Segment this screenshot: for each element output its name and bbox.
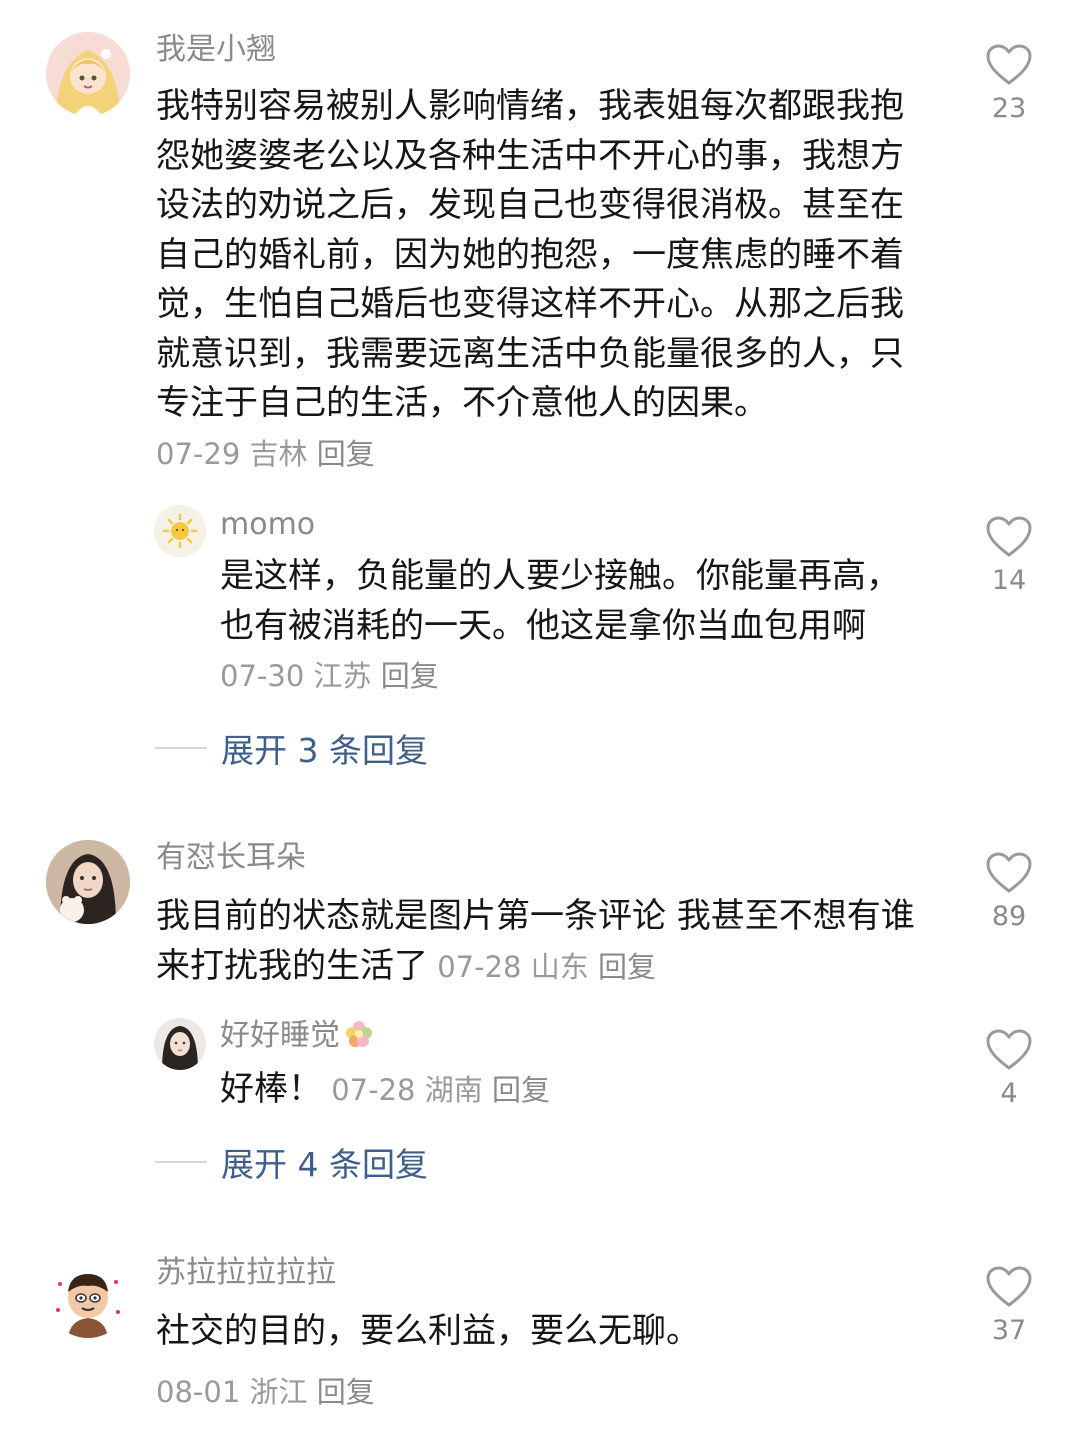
heart-icon xyxy=(986,1266,1032,1307)
like-button[interactable]: 14 xyxy=(974,516,1044,596)
comment-meta: 07-29 吉林 回复 xyxy=(156,437,375,471)
reply-date: 07-30 xyxy=(220,659,305,693)
comment-location: 山东 xyxy=(530,949,589,984)
like-button[interactable]: 23 xyxy=(974,44,1044,124)
reply-text: 是这样，负能量的人要少接触。你能量再高，也有被消耗的一天。他这是拿你当血包用啊 xyxy=(220,556,900,646)
comment-meta: 08-01 浙江 回复 xyxy=(156,1369,375,1411)
expand-replies-label[interactable]: 展开 3 条回复 xyxy=(221,724,428,772)
comment-location: 浙江 xyxy=(249,1375,308,1409)
heart-icon xyxy=(986,44,1032,85)
comment-text: 社交的目的，要么利益，要么无聊。 xyxy=(156,1311,700,1351)
expand-replies-button[interactable]: 展开 4 条回复 xyxy=(155,1142,428,1184)
photo-avatar-icon xyxy=(46,840,130,924)
comment-date: 07-28 xyxy=(437,949,522,984)
heart-icon xyxy=(986,516,1032,557)
reply-text: 好棒！ xyxy=(220,1069,322,1109)
reply-username: 好好睡觉 xyxy=(220,1017,376,1054)
reply-button[interactable]: 回复 xyxy=(317,1375,375,1409)
heart-icon xyxy=(986,852,1032,893)
comment-text-block: 我特别容易被别人影响情绪，我表姐每次都跟我抱怨她婆婆老公以及各种生活中不开心的事… xyxy=(156,82,936,479)
reply-button[interactable]: 回复 xyxy=(598,950,656,984)
comment-date: 08-01 xyxy=(156,1375,241,1409)
expand-replies-label[interactable]: 展开 4 条回复 xyxy=(221,1138,428,1186)
like-count: 89 xyxy=(991,901,1027,932)
reply-meta: 07-28 湖南 回复 xyxy=(322,1073,550,1107)
divider-line xyxy=(155,1161,207,1163)
heart-icon xyxy=(986,1029,1032,1070)
cartoon-girl-avatar-icon xyxy=(46,32,130,116)
reply-text-block: 好棒！ 07-28 湖南 回复 xyxy=(220,1065,920,1116)
comment-text-block: 我目前的状态就是图片第一条评论 我甚至不想有谁来打扰我的生活了 07-28 山东… xyxy=(156,892,946,992)
avatar-icon[interactable] xyxy=(154,505,206,557)
reply-location: 江苏 xyxy=(313,659,372,693)
comment-text-block: 社交的目的，要么利益，要么无聊。 xyxy=(156,1307,936,1357)
comment-text: 我特别容易被别人影响情绪，我表姐每次都跟我抱怨她婆婆老公以及各种生活中不开心的事… xyxy=(156,86,904,423)
avatar-icon[interactable] xyxy=(46,1254,130,1338)
like-count: 4 xyxy=(1000,1078,1018,1109)
like-button[interactable]: 89 xyxy=(974,852,1044,932)
sun-avatar-icon xyxy=(154,505,206,557)
avatar-icon[interactable] xyxy=(154,1018,206,1070)
reply-location: 湖南 xyxy=(424,1073,483,1107)
reply-button[interactable]: 回复 xyxy=(317,437,375,471)
like-count: 23 xyxy=(991,93,1027,124)
reply-date: 07-28 xyxy=(331,1073,416,1107)
comment-username[interactable]: 苏拉拉拉拉拉 xyxy=(156,1255,336,1291)
divider-line xyxy=(155,747,207,749)
reply-button[interactable]: 回复 xyxy=(492,1073,550,1107)
reply-text-block: 是这样，负能量的人要少接触。你能量再高，也有被消耗的一天。他这是拿你当血包用啊 … xyxy=(220,552,920,702)
comment-username[interactable]: 我是小翘 xyxy=(156,32,276,68)
comment-username[interactable]: 有怼长耳朵 xyxy=(156,840,306,876)
portrait-avatar-icon xyxy=(154,1018,206,1070)
like-count: 37 xyxy=(991,1315,1027,1346)
avatar-icon[interactable] xyxy=(46,32,130,116)
comment-meta: 07-28 山东 回复 xyxy=(428,950,656,984)
like-button[interactable]: 37 xyxy=(974,1266,1044,1346)
cartoon-boy-avatar-icon xyxy=(46,1254,130,1338)
reply-meta: 07-30 江苏 回复 xyxy=(220,659,439,693)
reply-button[interactable]: 回复 xyxy=(381,659,439,693)
expand-replies-button[interactable]: 展开 3 条回复 xyxy=(155,728,428,770)
like-button[interactable]: 4 xyxy=(974,1029,1044,1109)
comment-location: 吉林 xyxy=(249,436,308,471)
flower-emoji-icon xyxy=(346,1021,372,1047)
like-count: 14 xyxy=(991,565,1027,596)
reply-username[interactable]: momo xyxy=(220,507,315,543)
comment-date: 07-29 xyxy=(156,436,241,471)
avatar-icon[interactable] xyxy=(46,840,130,924)
reply-username-text[interactable]: 好好睡觉 xyxy=(220,1018,340,1053)
